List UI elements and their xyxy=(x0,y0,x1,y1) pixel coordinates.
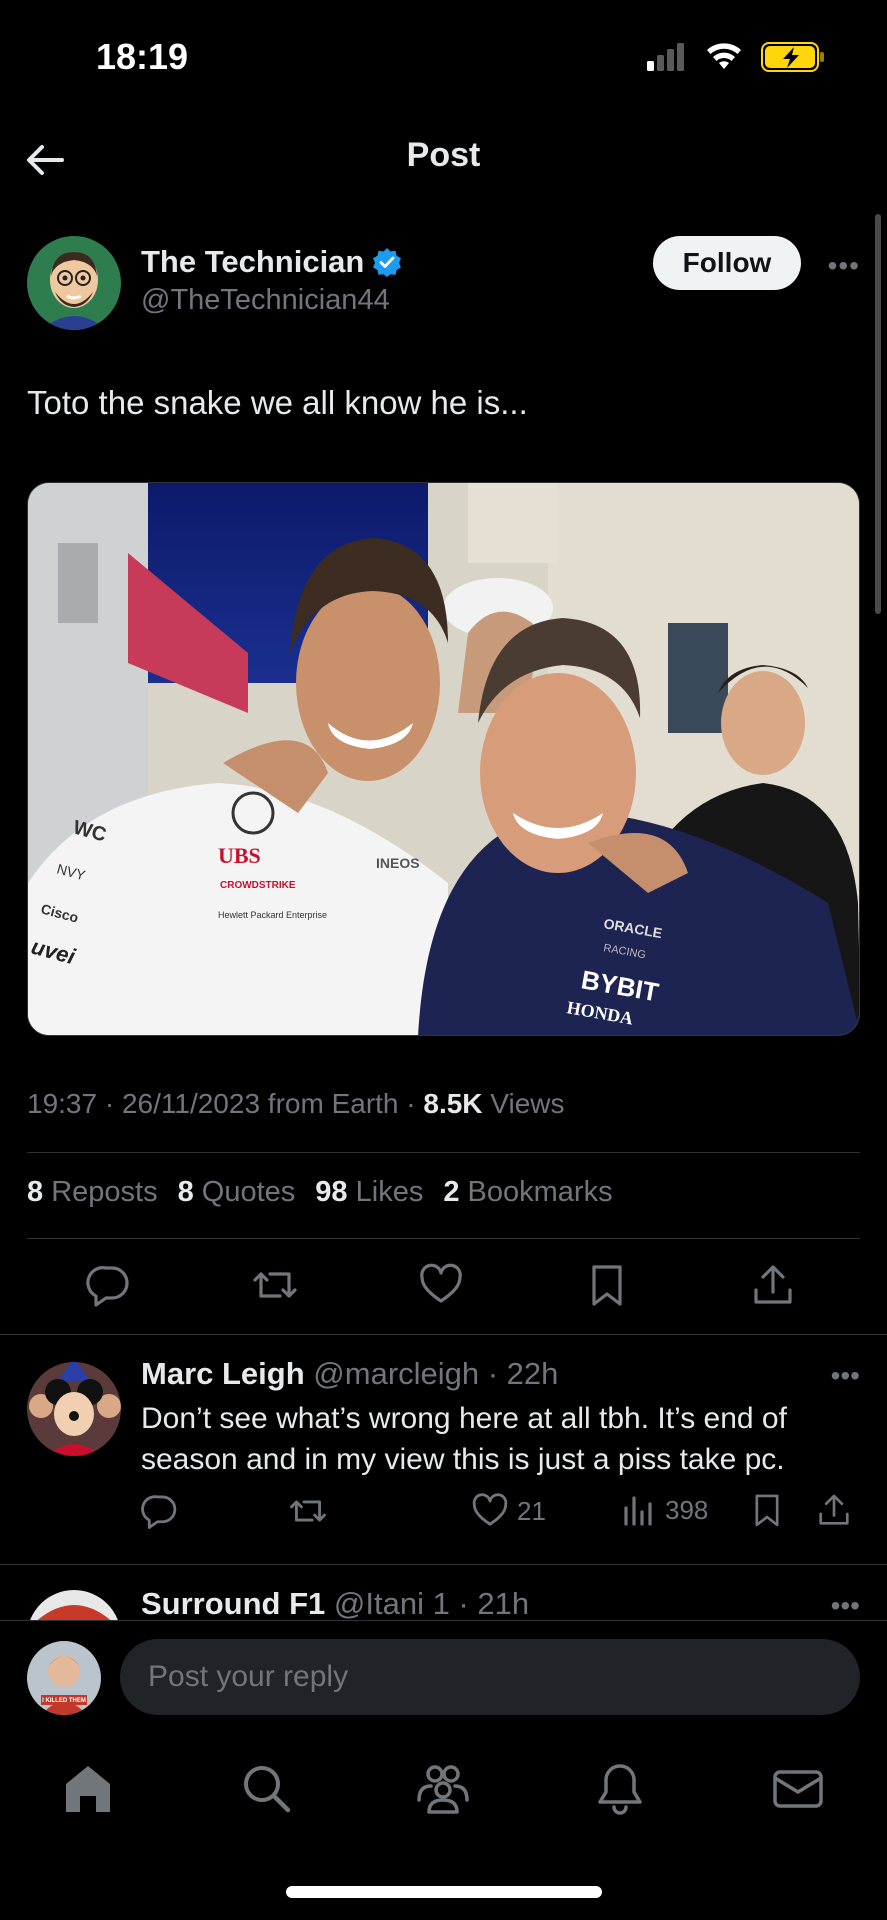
verified-badge-icon xyxy=(373,248,402,277)
reply-author-handle[interactable]: @Itani 1 · 21h xyxy=(334,1586,529,1620)
reply-view-count: 398 xyxy=(665,1494,709,1525)
bookmarks-stat[interactable]: 2 Bookmarks xyxy=(443,1176,612,1209)
divider xyxy=(0,1564,887,1565)
page-title: Post xyxy=(406,136,481,174)
avatar[interactable] xyxy=(27,236,121,330)
messages-icon[interactable] xyxy=(770,1760,826,1816)
views-count: 8.5K xyxy=(423,1088,483,1119)
timestamp-text: 19:37 · 26/11/2023 from Earth · xyxy=(27,1088,424,1119)
likes-stat[interactable]: 98 Likes xyxy=(315,1176,423,1209)
scrollbar[interactable] xyxy=(875,214,881,614)
share-icon[interactable] xyxy=(750,1262,796,1308)
like-icon[interactable] xyxy=(418,1262,464,1308)
reply-icon[interactable] xyxy=(86,1262,132,1308)
media-shirt-hpe: Hewlett Packard Enterprise xyxy=(218,910,327,920)
reply-input[interactable] xyxy=(120,1639,860,1715)
reply-avatar[interactable] xyxy=(27,1362,121,1456)
reply-more-options-icon[interactable]: ••• xyxy=(831,1590,860,1620)
reply-like-count: 21 xyxy=(517,1495,546,1526)
post-timestamp: 19:37 · 26/11/2023 from Earth · 8.5K Vie… xyxy=(27,1088,565,1120)
reply-share-button[interactable] xyxy=(816,1492,852,1528)
post-actions xyxy=(0,1262,887,1312)
post-stats: 8 Reposts 8 Quotes 98 Likes 2 Bookmarks xyxy=(27,1176,613,1209)
divider xyxy=(0,1334,887,1335)
views-label: Views xyxy=(482,1088,565,1119)
reply-icon xyxy=(141,1495,177,1529)
repost-icon[interactable] xyxy=(252,1262,298,1308)
reply-views-button[interactable]: 398 xyxy=(621,1492,708,1528)
search-icon[interactable] xyxy=(238,1760,294,1816)
divider xyxy=(27,1152,860,1153)
media-shirt-crowdstrike: CROWDSTRIKE xyxy=(220,880,296,891)
communities-icon[interactable] xyxy=(415,1760,471,1816)
analytics-icon xyxy=(624,1496,652,1526)
nav-bar: Post xyxy=(0,110,887,206)
more-options-icon[interactable]: ••• xyxy=(828,250,860,282)
svg-text:I KILLED THEM: I KILLED THEM xyxy=(42,1698,86,1704)
notifications-icon[interactable] xyxy=(592,1760,648,1816)
reply-header: Surround F1 @Itani 1 · 21h xyxy=(141,1586,529,1620)
bookmark-icon xyxy=(755,1494,779,1527)
wifi-icon xyxy=(707,43,741,69)
reply-author-handle[interactable]: @marcleigh · 22h xyxy=(313,1356,558,1391)
reposts-stat[interactable]: 8 Reposts xyxy=(27,1176,158,1209)
reply-composer: I KILLED THEM xyxy=(0,1620,887,1728)
reply-item[interactable]: Surround F1 @Itani 1 · 21h ••• xyxy=(27,1586,860,1620)
battery-charging-icon xyxy=(761,42,824,72)
media-shirt-ineos: INEOS xyxy=(376,855,420,871)
follow-button[interactable]: Follow xyxy=(653,236,801,290)
bookmark-icon[interactable] xyxy=(584,1262,630,1308)
reply-item[interactable]: Marc Leigh @marcleigh · 22h ••• Don’t se… xyxy=(27,1356,860,1556)
bottom-tab-bar xyxy=(0,1728,887,1848)
reply-more-options-icon[interactable]: ••• xyxy=(831,1360,860,1392)
reply-bookmark-button[interactable] xyxy=(749,1492,785,1528)
reply-repost-button[interactable] xyxy=(289,1492,327,1530)
author-name-text: The Technician xyxy=(141,244,365,279)
like-icon xyxy=(472,1493,508,1526)
status-icons xyxy=(647,42,825,72)
reply-actions: 21 398 xyxy=(141,1492,860,1536)
post-author: The Technician @TheTechnician44 Follow •… xyxy=(27,236,860,332)
my-avatar[interactable]: I KILLED THEM xyxy=(27,1641,101,1715)
home-indicator[interactable] xyxy=(286,1886,602,1898)
reply-header: Marc Leigh @marcleigh · 22h xyxy=(141,1356,558,1392)
author-name[interactable]: The Technician xyxy=(141,244,402,280)
reply-text: Don’t see what’s wrong here at all tbh. … xyxy=(141,1402,787,1476)
reply-reply-button[interactable] xyxy=(141,1492,179,1530)
divider xyxy=(27,1238,860,1239)
repost-icon xyxy=(290,1500,326,1522)
quotes-stat[interactable]: 8 Quotes xyxy=(178,1176,296,1209)
post-image[interactable]: WC NVY Cisco uvei UBS CROWDSTRIKE Hewlet… xyxy=(27,482,860,1036)
reply-like-button[interactable]: 21 xyxy=(471,1492,546,1530)
status-bar: 18:19 xyxy=(0,0,887,110)
post-text: Toto the snake we all know he is... xyxy=(27,384,528,421)
author-handle[interactable]: @TheTechnician44 xyxy=(141,284,390,317)
home-icon[interactable] xyxy=(60,1760,116,1816)
status-time: 18:19 xyxy=(96,36,189,77)
reply-author-name[interactable]: Surround F1 xyxy=(141,1586,325,1620)
cellular-signal-icon xyxy=(647,43,684,71)
reply-avatar[interactable] xyxy=(27,1590,121,1620)
share-icon xyxy=(819,1494,849,1525)
media-shirt-ubs: UBS xyxy=(218,843,261,868)
reply-author-name[interactable]: Marc Leigh xyxy=(141,1356,305,1391)
